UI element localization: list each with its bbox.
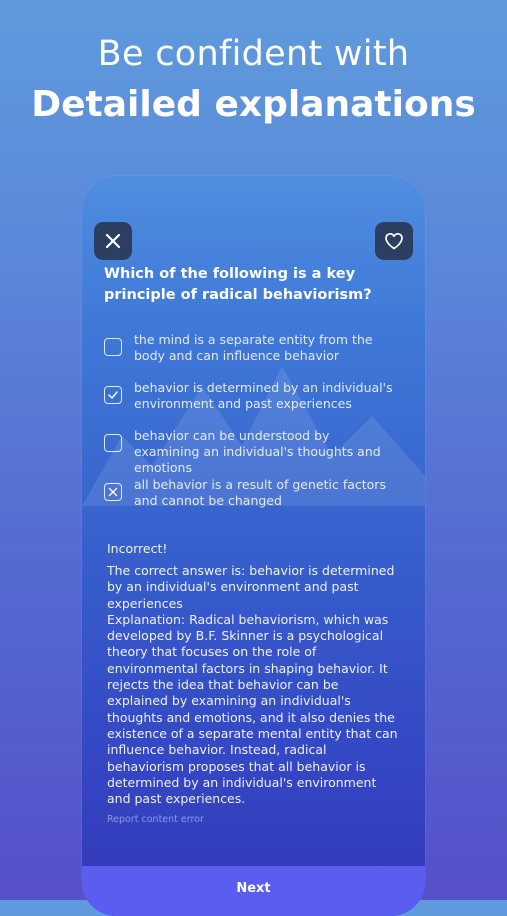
answer-option[interactable]: behavior can be understood by examining … <box>104 428 404 476</box>
next-button[interactable]: Next <box>82 866 425 916</box>
headline-line-1: Be confident with <box>97 34 410 74</box>
favorite-button[interactable] <box>375 222 413 260</box>
phone-screen: Which of the following is a key principl… <box>82 176 425 916</box>
correct-answer-text: The correct answer is: behavior is deter… <box>107 563 395 611</box>
report-content-error-link[interactable]: Report content error <box>107 814 204 825</box>
headline-line-2: Detailed explanations <box>31 84 476 125</box>
answer-option-correct[interactable]: behavior is determined by an individual'… <box>104 380 404 412</box>
explanation-text: Explanation: Radical behaviorism, which … <box>107 611 398 807</box>
heart-icon <box>385 232 403 250</box>
checkbox-empty[interactable] <box>104 338 122 356</box>
checkbox-wrong[interactable] <box>104 483 122 501</box>
answer-option-wrong[interactable]: all behavior is a result of genetic fact… <box>104 477 404 509</box>
question-text: Which of the following is a key principl… <box>104 266 372 303</box>
result-status: Incorrect! <box>107 541 168 556</box>
answer-option-label: behavior can be understood by examining … <box>134 428 381 475</box>
cross-icon <box>108 487 118 497</box>
close-button[interactable] <box>94 222 132 260</box>
check-icon <box>108 391 118 399</box>
answer-option-label: behavior is determined by an individual'… <box>134 380 393 411</box>
close-icon <box>105 233 121 249</box>
answer-option[interactable]: the mind is a separate entity from the b… <box>104 332 404 364</box>
checkbox-empty[interactable] <box>104 434 122 452</box>
answer-option-label: the mind is a separate entity from the b… <box>134 332 373 363</box>
explanation-block: The correct answer is: behavior is deter… <box>107 563 403 807</box>
next-button-label: Next <box>236 881 271 896</box>
answer-option-label: all behavior is a result of genetic fact… <box>134 477 386 508</box>
checkbox-correct[interactable] <box>104 386 122 404</box>
